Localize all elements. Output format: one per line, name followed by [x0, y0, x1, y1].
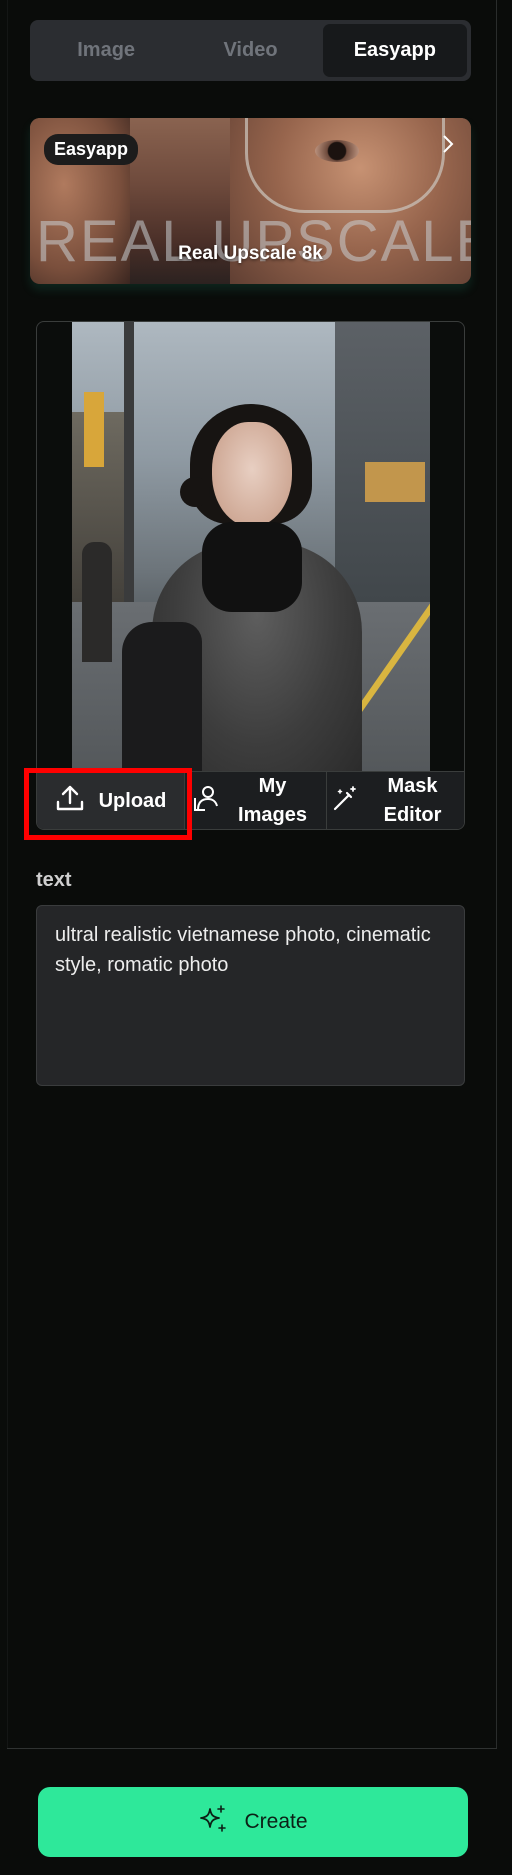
text-field-label: text	[36, 869, 72, 891]
banner-glasses-decor	[245, 118, 445, 213]
photo-passerby	[82, 542, 112, 662]
tab-image[interactable]: Image	[34, 24, 178, 77]
create-button-label: Create	[244, 1810, 308, 1833]
tab-easyapp[interactable]: Easyapp	[322, 24, 467, 77]
create-button[interactable]: Create	[38, 1787, 468, 1857]
photo-person-bun	[180, 477, 210, 507]
my-images-label-1: My	[258, 775, 287, 797]
banner-eye-decor	[315, 140, 359, 162]
mask-editor-label-1: Mask	[387, 775, 438, 797]
feature-banner[interactable]: REAL UPSCALE Easyapp Real Upscale 8k	[30, 118, 471, 284]
mask-editor-label-2: Editor	[383, 804, 442, 826]
photo-sign	[84, 392, 104, 467]
image-preview-box: Upload My Images Mask Editor	[36, 321, 465, 830]
photo-sign-right	[365, 462, 425, 502]
banner-title: Real Upscale 8k	[178, 243, 323, 264]
upload-icon	[55, 783, 85, 819]
chevron-right-icon[interactable]	[441, 134, 455, 160]
user-image-icon	[193, 784, 219, 818]
footer-divider	[7, 1748, 497, 1749]
photo-person-scarf	[202, 522, 302, 612]
banner-pill: Easyapp	[44, 134, 139, 165]
my-images-label-2: Images	[238, 804, 307, 826]
my-images-button[interactable]: My Images	[185, 772, 327, 829]
upload-button[interactable]: Upload	[37, 772, 185, 829]
prompt-text-input[interactable]: ultral realistic vietnamese photo, cinem…	[36, 905, 465, 1086]
uploaded-photo	[72, 322, 430, 772]
photo-person-face	[212, 422, 292, 527]
image-action-bar: Upload My Images Mask Editor	[37, 771, 464, 829]
sparkles-icon	[198, 1804, 228, 1840]
mask-editor-button[interactable]: Mask Editor	[327, 772, 464, 829]
photo-backpack	[122, 622, 202, 772]
upload-label: Upload	[98, 789, 167, 812]
mode-tabs: Image Video Easyapp	[30, 20, 471, 81]
magic-wand-icon	[331, 784, 359, 818]
tab-video[interactable]: Video	[178, 24, 322, 77]
